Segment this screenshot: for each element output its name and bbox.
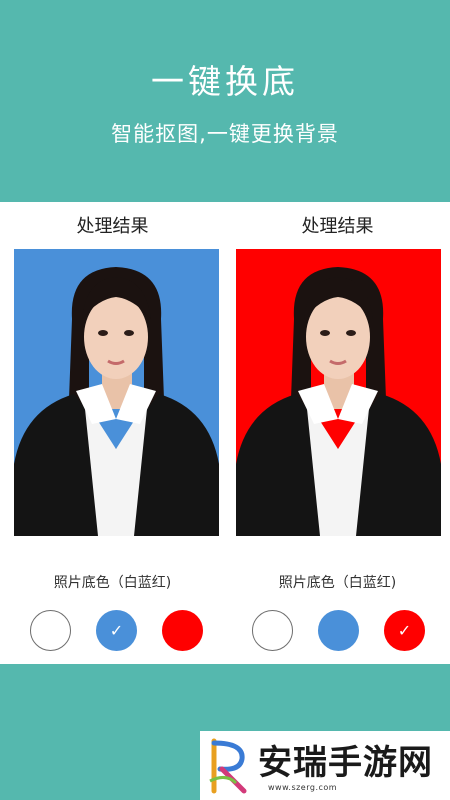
site-watermark: 安瑞手游网 www.szerg.com — [200, 731, 450, 800]
swatch-red-left[interactable] — [162, 610, 203, 651]
portrait-photo-red — [236, 249, 441, 536]
watermark-url: www.szerg.com — [268, 783, 338, 792]
hero-title: 一键换底 — [151, 62, 299, 101]
check-icon: ✓ — [109, 620, 124, 640]
result-card: 处理结果 处理结果 照片底色（白蓝红) 照片底色（白蓝红) ✓ ✓ — [0, 202, 450, 664]
swatch-blue-left[interactable]: ✓ — [96, 610, 137, 651]
swatch-white-left[interactable] — [30, 610, 71, 651]
portrait-photo-blue — [14, 249, 219, 536]
check-icon: ✓ — [397, 620, 412, 640]
background-color-caption-right: 照片底色（白蓝红) — [278, 575, 397, 591]
swatch-white-right[interactable] — [252, 610, 293, 651]
hero-banner: 一键换底 智能抠图,一键更换背景 — [0, 0, 450, 202]
watermark-site-name: 安瑞手游网 — [258, 743, 433, 783]
result-title-left: 处理结果 — [76, 216, 149, 237]
result-title-right: 处理结果 — [301, 216, 374, 237]
swatch-red-right[interactable]: ✓ — [384, 610, 425, 651]
hero-subtitle: 智能抠图,一键更换背景 — [111, 122, 339, 146]
swatch-blue-right[interactable] — [318, 610, 359, 651]
background-color-caption-left: 照片底色（白蓝红) — [53, 575, 172, 591]
site-logo-icon — [209, 738, 247, 794]
